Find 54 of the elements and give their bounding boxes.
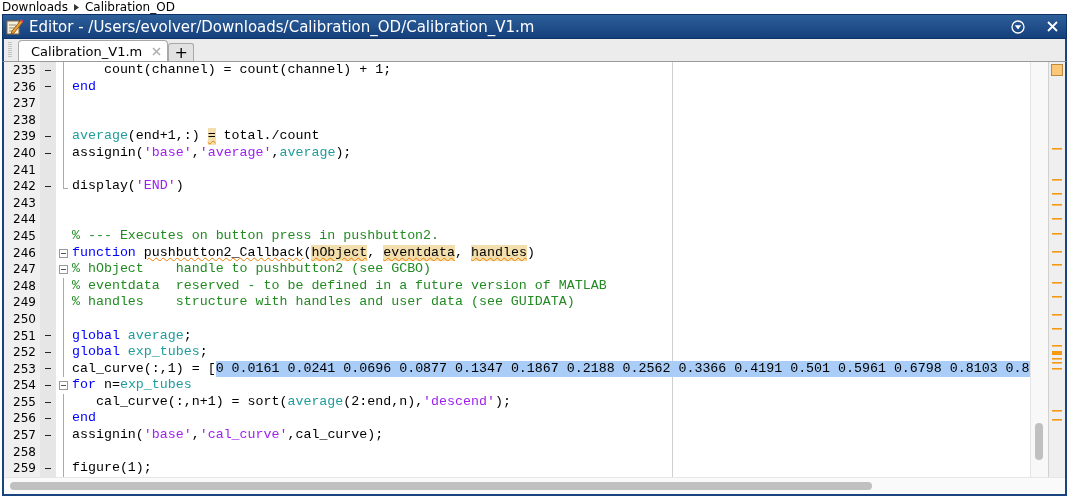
executable-line-mark[interactable] (45, 185, 51, 187)
executable-line-mark[interactable] (45, 401, 51, 403)
line-number: 243 (12, 194, 37, 212)
line-number: 241 (12, 161, 37, 179)
fold-toggle-icon[interactable] (59, 248, 68, 258)
executable-line-mark[interactable] (45, 351, 51, 353)
executable-line-mark[interactable] (45, 368, 51, 370)
scrollbar-thumb[interactable] (1035, 423, 1043, 460)
executable-line-mark[interactable] (45, 468, 51, 470)
file-tab[interactable]: Calibration_V1.m (18, 40, 169, 61)
line-number: 254 (12, 377, 37, 394)
new-tab-button[interactable]: + (168, 43, 195, 61)
executable-line-mark[interactable] (45, 69, 51, 71)
executable-line-mark[interactable] (45, 152, 51, 154)
line-number: 256 (12, 410, 37, 428)
window-title: Editor - /Users/evolver/Downloads/Calibration_OD/Calibration_V1.m (29, 17, 536, 36)
executable-line-mark[interactable] (45, 434, 51, 436)
executable-line-mark[interactable] (45, 385, 51, 387)
line-number: 258 (12, 443, 37, 461)
line-number: 240 (12, 144, 37, 162)
line-number: 257 (12, 427, 37, 444)
breadcrumb-item[interactable]: Calibration_OD (84, 0, 175, 14)
line-number: 235 (12, 62, 37, 79)
pencil-notepad-icon (6, 18, 23, 35)
line-number: 245 (12, 227, 37, 245)
line-number: 253 (12, 360, 37, 378)
line-number: 250 (12, 310, 37, 328)
executable-line-mark[interactable] (45, 418, 51, 420)
line-number: 259 (12, 460, 37, 477)
line-number: 239 (12, 128, 37, 145)
line-number: 251 (12, 327, 37, 345)
line-number: 238 (12, 111, 37, 129)
line-number: 246 (12, 244, 37, 262)
line-number: 255 (12, 393, 37, 411)
line-number: 242 (12, 178, 37, 195)
line-number: 248 (12, 277, 37, 295)
fold-toggle-icon[interactable] (59, 381, 68, 391)
line-number: 247 (12, 261, 37, 278)
line-number: 237 (12, 95, 37, 112)
dropdown-circle-icon[interactable] (1011, 19, 1025, 34)
chevron-right-icon (73, 3, 79, 11)
vertical-scrollbar[interactable] (1030, 62, 1048, 477)
breadcrumb-item[interactable]: Downloads (2, 0, 68, 14)
line-number: 252 (12, 344, 37, 361)
executable-line-mark[interactable] (45, 335, 51, 337)
fold-toggle-icon[interactable] (59, 265, 68, 275)
executable-line-mark[interactable] (45, 86, 51, 88)
grip-icon[interactable] (8, 41, 12, 59)
executable-line-mark[interactable] (45, 136, 51, 138)
line-number: 249 (12, 294, 37, 311)
line-number: 244 (12, 211, 37, 228)
scrollbar-thumb[interactable] (10, 481, 872, 490)
line-number: 236 (12, 78, 37, 96)
horizontal-scrollbar[interactable] (4, 476, 1065, 494)
